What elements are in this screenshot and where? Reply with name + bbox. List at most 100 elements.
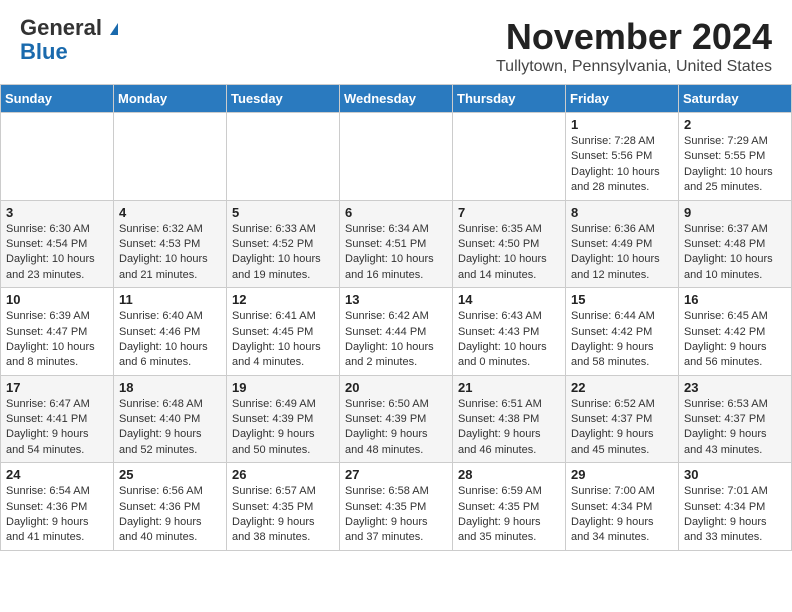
day-number: 20	[345, 380, 447, 395]
calendar-cell: 7 Sunrise: 6:35 AM Sunset: 4:50 PM Daylig…	[453, 200, 566, 288]
logo-general: General	[20, 15, 102, 40]
day-info: Sunrise: 6:48 AM Sunset: 4:40 PM Dayligh…	[119, 397, 221, 459]
day-number: 6	[345, 205, 447, 220]
calendar-cell: 10 Sunrise: 6:39 AM Sunset: 4:47 PM Dayli…	[1, 288, 114, 376]
day-info: Sunrise: 6:59 AM Sunset: 4:35 PM Dayligh…	[458, 484, 560, 546]
calendar-cell: 5 Sunrise: 6:33 AM Sunset: 4:52 PM Daylig…	[227, 200, 340, 288]
calendar-cell: 18 Sunrise: 6:48 AM Sunset: 4:40 PM Dayli…	[114, 375, 227, 463]
day-number: 23	[684, 380, 786, 395]
day-info: Sunrise: 6:32 AM Sunset: 4:53 PM Dayligh…	[119, 222, 221, 284]
calendar-header-row: SundayMondayTuesdayWednesdayThursdayFrid…	[1, 85, 792, 113]
day-info: Sunrise: 6:36 AM Sunset: 4:49 PM Dayligh…	[571, 222, 673, 284]
day-info: Sunrise: 6:33 AM Sunset: 4:52 PM Dayligh…	[232, 222, 334, 284]
calendar-cell: 23 Sunrise: 6:53 AM Sunset: 4:37 PM Dayli…	[679, 375, 792, 463]
weekday-header-wednesday: Wednesday	[340, 85, 453, 113]
day-number: 13	[345, 292, 447, 307]
calendar-cell: 29 Sunrise: 7:00 AM Sunset: 4:34 PM Dayli…	[566, 463, 679, 551]
calendar-week-row: 17 Sunrise: 6:47 AM Sunset: 4:41 PM Dayli…	[1, 375, 792, 463]
day-number: 10	[6, 292, 108, 307]
calendar-cell: 9Sunrise: 6:37 AM Sunset: 4:48 PM Daylig…	[679, 200, 792, 288]
calendar-cell: 30 Sunrise: 7:01 AM Sunset: 4:34 PM Dayli…	[679, 463, 792, 551]
calendar-table: SundayMondayTuesdayWednesdayThursdayFrid…	[0, 84, 792, 551]
day-number: 27	[345, 467, 447, 482]
day-number: 3	[6, 205, 108, 220]
calendar-cell: 14 Sunrise: 6:43 AM Sunset: 4:43 PM Dayli…	[453, 288, 566, 376]
day-number: 14	[458, 292, 560, 307]
weekday-header-thursday: Thursday	[453, 85, 566, 113]
calendar-week-row: 3 Sunrise: 6:30 AM Sunset: 4:54 PM Daylig…	[1, 200, 792, 288]
calendar-cell: 17 Sunrise: 6:47 AM Sunset: 4:41 PM Dayli…	[1, 375, 114, 463]
calendar-cell: 6 Sunrise: 6:34 AM Sunset: 4:51 PM Daylig…	[340, 200, 453, 288]
day-info: Sunrise: 7:01 AM Sunset: 4:34 PM Dayligh…	[684, 484, 786, 546]
calendar-cell	[340, 113, 453, 201]
day-number: 29	[571, 467, 673, 482]
day-number: 9	[684, 205, 786, 220]
day-number: 1	[571, 117, 673, 132]
day-number: 22	[571, 380, 673, 395]
day-number: 15	[571, 292, 673, 307]
day-info: Sunrise: 6:44 AM Sunset: 4:42 PM Dayligh…	[571, 309, 673, 371]
calendar-cell: 20 Sunrise: 6:50 AM Sunset: 4:39 PM Dayli…	[340, 375, 453, 463]
weekday-header-friday: Friday	[566, 85, 679, 113]
day-number: 5	[232, 205, 334, 220]
day-info: Sunrise: 6:49 AM Sunset: 4:39 PM Dayligh…	[232, 397, 334, 459]
day-number: 2	[684, 117, 786, 132]
day-info: Sunrise: 7:29 AM Sunset: 5:55 PM Dayligh…	[684, 134, 786, 196]
calendar-cell: 25Sunrise: 6:56 AM Sunset: 4:36 PM Dayli…	[114, 463, 227, 551]
day-number: 19	[232, 380, 334, 395]
calendar-cell: 24 Sunrise: 6:54 AM Sunset: 4:36 PM Dayli…	[1, 463, 114, 551]
logo: General Blue	[20, 16, 118, 64]
day-number: 11	[119, 292, 221, 307]
calendar-week-row: 1 Sunrise: 7:28 AM Sunset: 5:56 PM Daylig…	[1, 113, 792, 201]
weekday-header-saturday: Saturday	[679, 85, 792, 113]
calendar-cell: 22 Sunrise: 6:52 AM Sunset: 4:37 PM Dayli…	[566, 375, 679, 463]
calendar-cell: 13 Sunrise: 6:42 AM Sunset: 4:44 PM Dayli…	[340, 288, 453, 376]
day-info: Sunrise: 7:00 AM Sunset: 4:34 PM Dayligh…	[571, 484, 673, 546]
calendar-cell	[453, 113, 566, 201]
day-info: Sunrise: 6:34 AM Sunset: 4:51 PM Dayligh…	[345, 222, 447, 284]
day-info: Sunrise: 6:50 AM Sunset: 4:39 PM Dayligh…	[345, 397, 447, 459]
day-info: Sunrise: 6:30 AM Sunset: 4:54 PM Dayligh…	[6, 222, 108, 284]
day-number: 18	[119, 380, 221, 395]
calendar-cell: 3 Sunrise: 6:30 AM Sunset: 4:54 PM Daylig…	[1, 200, 114, 288]
calendar-cell: 4 Sunrise: 6:32 AM Sunset: 4:53 PM Daylig…	[114, 200, 227, 288]
day-info: Sunrise: 6:53 AM Sunset: 4:37 PM Dayligh…	[684, 397, 786, 459]
day-info: Sunrise: 6:47 AM Sunset: 4:41 PM Dayligh…	[6, 397, 108, 459]
day-number: 24	[6, 467, 108, 482]
day-number: 17	[6, 380, 108, 395]
day-number: 30	[684, 467, 786, 482]
day-info: Sunrise: 6:52 AM Sunset: 4:37 PM Dayligh…	[571, 397, 673, 459]
day-info: Sunrise: 6:42 AM Sunset: 4:44 PM Dayligh…	[345, 309, 447, 371]
logo-triangle-icon	[110, 23, 118, 35]
calendar-cell: 26 Sunrise: 6:57 AM Sunset: 4:35 PM Dayli…	[227, 463, 340, 551]
day-number: 12	[232, 292, 334, 307]
calendar-cell: 16 Sunrise: 6:45 AM Sunset: 4:42 PM Dayli…	[679, 288, 792, 376]
calendar-cell: 21 Sunrise: 6:51 AM Sunset: 4:38 PM Dayli…	[453, 375, 566, 463]
day-number: 16	[684, 292, 786, 307]
day-info: Sunrise: 6:39 AM Sunset: 4:47 PM Dayligh…	[6, 309, 108, 371]
location-title: Tullytown, Pennsylvania, United States	[496, 58, 772, 76]
title-block: November 2024 Tullytown, Pennsylvania, U…	[496, 16, 772, 76]
day-info: Sunrise: 7:28 AM Sunset: 5:56 PM Dayligh…	[571, 134, 673, 196]
calendar-cell: 12Sunrise: 6:41 AM Sunset: 4:45 PM Dayli…	[227, 288, 340, 376]
day-info: Sunrise: 6:43 AM Sunset: 4:43 PM Dayligh…	[458, 309, 560, 371]
day-number: 4	[119, 205, 221, 220]
calendar-cell: 19 Sunrise: 6:49 AM Sunset: 4:39 PM Dayli…	[227, 375, 340, 463]
calendar-cell	[114, 113, 227, 201]
calendar-cell	[1, 113, 114, 201]
day-info: Sunrise: 6:54 AM Sunset: 4:36 PM Dayligh…	[6, 484, 108, 546]
calendar-cell: 11 Sunrise: 6:40 AM Sunset: 4:46 PM Dayli…	[114, 288, 227, 376]
day-info: Sunrise: 6:51 AM Sunset: 4:38 PM Dayligh…	[458, 397, 560, 459]
day-number: 7	[458, 205, 560, 220]
day-info: Sunrise: 6:45 AM Sunset: 4:42 PM Dayligh…	[684, 309, 786, 371]
calendar-cell	[227, 113, 340, 201]
day-number: 28	[458, 467, 560, 482]
calendar-cell: 2 Sunrise: 7:29 AM Sunset: 5:55 PM Daylig…	[679, 113, 792, 201]
logo-blue: Blue	[20, 39, 68, 64]
day-info: Sunrise: 6:35 AM Sunset: 4:50 PM Dayligh…	[458, 222, 560, 284]
day-number: 26	[232, 467, 334, 482]
day-info: Sunrise: 6:40 AM Sunset: 4:46 PM Dayligh…	[119, 309, 221, 371]
day-number: 21	[458, 380, 560, 395]
calendar-week-row: 10 Sunrise: 6:39 AM Sunset: 4:47 PM Dayli…	[1, 288, 792, 376]
day-info: Sunrise: 6:57 AM Sunset: 4:35 PM Dayligh…	[232, 484, 334, 546]
